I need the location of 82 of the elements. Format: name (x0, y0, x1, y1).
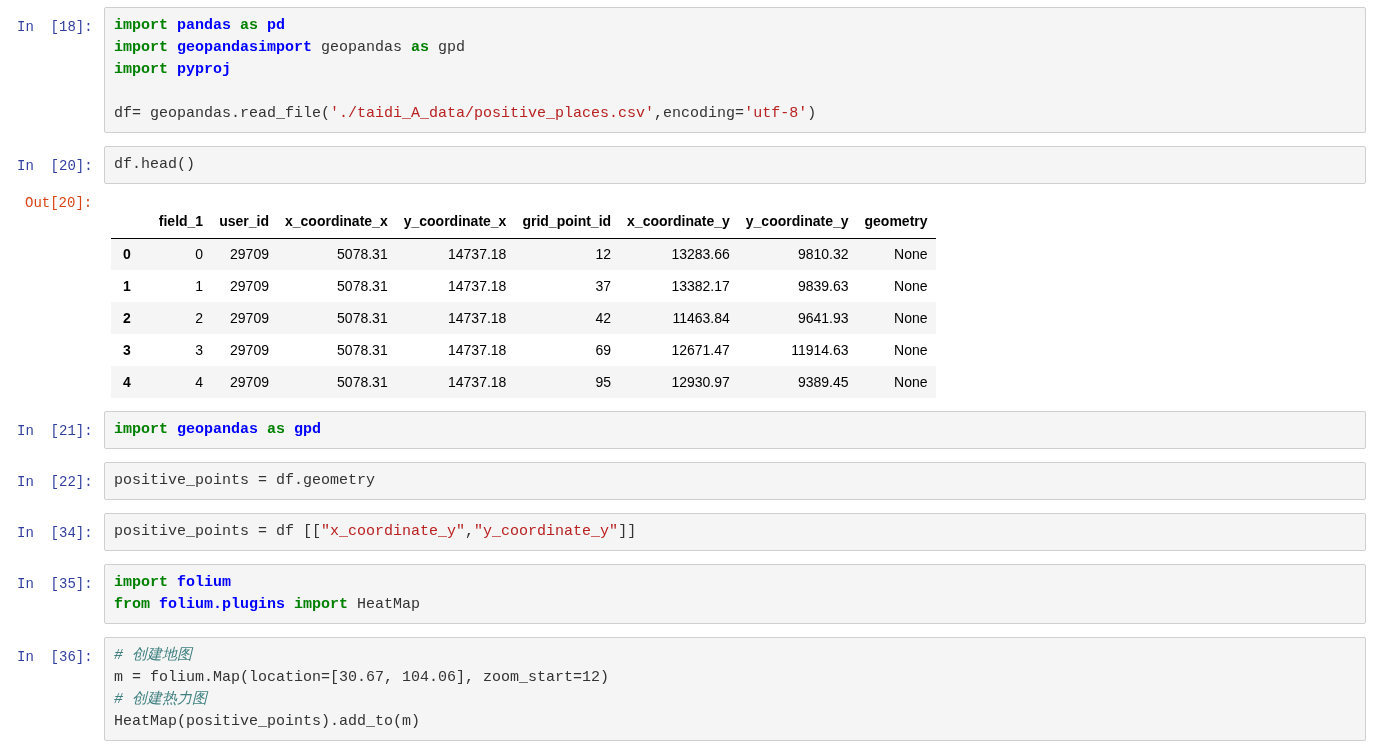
row-index: 1 (123, 277, 131, 294)
code-cell[interactable]: df.head() (104, 146, 1366, 184)
input-prompt: In [18]: (16, 18, 94, 37)
code-line: import pyproj (114, 60, 232, 80)
table-cell: 95 (595, 373, 612, 390)
table-cell: 42 (595, 309, 612, 326)
table-cell: None (894, 245, 928, 262)
table-cell: 0 (195, 245, 204, 262)
row-index: 3 (123, 341, 131, 358)
column-header: x_coordinate_x (284, 213, 388, 230)
table-cell: 3 (195, 341, 204, 358)
code-line: import pandas as pd (114, 16, 286, 36)
row-index: 2 (123, 309, 131, 326)
column-header: y_coordinate_y (745, 213, 849, 230)
table-cell: 5078.31 (337, 373, 388, 390)
code-cell[interactable]: import folium from folium.plugins import HeatMap (104, 564, 1366, 624)
code-line: # 创建热力图 (114, 689, 207, 710)
code-line: positive_points = df.geometry (114, 471, 376, 491)
table-cell: 12 (595, 245, 612, 262)
table-cell: 29709 (230, 373, 269, 390)
table-cell: 5078.31 (337, 245, 388, 262)
table-cell: None (894, 277, 928, 294)
column-header: y_coordinate_x (403, 213, 507, 230)
input-prompt: In [22]: (16, 473, 94, 492)
table-cell: 9641.93 (797, 309, 849, 326)
table-cell: 14737.18 (448, 341, 507, 358)
table-cell: 13283.66 (671, 245, 730, 262)
table-cell: 37 (595, 277, 612, 294)
table-cell: 12671.47 (671, 341, 730, 358)
code-line: df.head() (114, 155, 195, 175)
table-cell: 14737.18 (448, 245, 507, 262)
table-cell: None (894, 309, 928, 326)
column-header: x_coordinate_y (627, 213, 730, 230)
table-cell: 69 (595, 341, 612, 358)
code-line: positive_points = df [["x_coordinate_y","y_coordinate_y"]] (114, 522, 637, 542)
table-cell: 5078.31 (337, 341, 388, 358)
code-line: import geopandas as gpd (114, 420, 322, 440)
table-cell: 29709 (230, 245, 269, 262)
table-cell: 5078.31 (337, 309, 388, 326)
table-cell: 14737.18 (448, 373, 507, 390)
table-cell: 14737.18 (448, 309, 507, 326)
table-cell: 5078.31 (337, 277, 388, 294)
input-prompt: In [21]: (16, 422, 94, 441)
table-cell: 29709 (230, 341, 269, 358)
table-cell: 12930.97 (671, 373, 730, 390)
table-cell: 2 (195, 309, 204, 326)
table-cell: 11463.84 (672, 309, 730, 326)
table-cell: None (894, 341, 928, 358)
output-prompt: Out[20]: (24, 194, 94, 213)
row-index: 4 (123, 373, 131, 390)
code-line: HeatMap(positive_points).add_to(m) (114, 712, 421, 732)
table-cell: 9810.32 (797, 245, 849, 262)
code-cell[interactable]: import geopandas as gpd (104, 411, 1366, 449)
input-prompt: In [35]: (16, 575, 94, 594)
table-cell: 4 (195, 373, 204, 390)
table-cell: 9389.45 (797, 373, 849, 390)
table-cell: 1 (195, 277, 204, 294)
table-cell: 11914.63 (791, 341, 849, 358)
input-prompt: In [36]: (16, 648, 94, 667)
table-cell: 9839.63 (797, 277, 849, 294)
code-cell[interactable]: # 创建地图 m = folium.Map(location=[30.67, 104.06], zoom_start=12) # 创建热力图 HeatMap(positive_points).add_to(m) (104, 637, 1366, 741)
code-line: import geopandasimport geopandas as gpd (114, 38, 466, 58)
code-line: df= geopandas.read_file('./taidi_A_data/positive_places.csv',encoding='utf-8') (114, 104, 817, 124)
code-line: # 创建地图 (114, 645, 192, 666)
code-line: import folium (114, 573, 232, 593)
column-header: user_id (219, 213, 269, 230)
column-header: geometry (864, 213, 928, 230)
table-cell: 29709 (230, 277, 269, 294)
column-header: grid_point_id (522, 213, 612, 230)
table-cell: 13382.17 (671, 277, 730, 294)
column-header: field_1 (158, 213, 204, 230)
input-prompt: In [20]: (16, 157, 94, 176)
row-index: 0 (123, 245, 131, 262)
input-prompt: In [34]: (16, 524, 94, 543)
code-line: from folium.plugins import HeatMap (114, 595, 421, 615)
table-cell: 14737.18 (448, 277, 507, 294)
code-cell[interactable]: positive_points = df [["x_coordinate_y","y_coordinate_y"]] (104, 513, 1366, 551)
code-cell[interactable]: import pandas as pd import geopandasimport geopandas as gpd import pyproj df= geopandas.read_file('./taidi_A_data/positive_places.csv',encoding='utf-8') (104, 7, 1366, 133)
code-cell[interactable]: positive_points = df.geometry (104, 462, 1366, 500)
table-cell: 29709 (230, 309, 269, 326)
table-cell: None (894, 373, 928, 390)
code-line: m = folium.Map(location=[30.67, 104.06], zoom_start=12) (114, 668, 610, 688)
